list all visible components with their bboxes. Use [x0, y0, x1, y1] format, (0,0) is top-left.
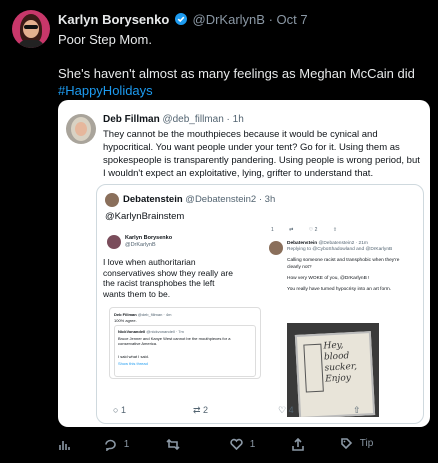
author-avatar[interactable]: [12, 10, 50, 48]
tweet-date[interactable]: Oct 7: [277, 12, 308, 27]
nested-name: NickVonandell: [118, 329, 146, 334]
left-panel-avatar: [107, 235, 121, 249]
show-thread-link: Show this thread: [118, 361, 148, 366]
rp-line2: How very WOKE of you, @DrKarlynB !: [287, 275, 370, 281]
like-button[interactable]: 1: [230, 438, 255, 450]
left-panel-name: Karlyn Borysenko: [125, 235, 173, 241]
tip-label: Tip: [359, 438, 374, 450]
analytics-icon: [59, 441, 70, 450]
quoted-time[interactable]: 1h: [233, 114, 244, 125]
rp-replying: Replying to @CyboShadowland and @DrKarly…: [287, 247, 393, 253]
quoted-text: They cannot be the mouthpieces because i…: [103, 129, 420, 179]
rp-name: Debatenstein: [287, 241, 318, 246]
nested-handle: @nickvonandell · 7m: [146, 329, 184, 334]
inner-time[interactable]: 3h: [265, 194, 276, 205]
inner-quoted-card[interactable]: Debatenstein @Debatenstein2 · 3h @Karlyn…: [96, 184, 424, 424]
nested-text2: I said what I said.: [118, 354, 149, 359]
left-panel-text-4: wants them to be.: [103, 288, 171, 299]
inner-author-avatar[interactable]: [105, 193, 119, 207]
rp-like-count: 2: [314, 227, 318, 233]
rp-line1: Calling someone racist and transphobic w…: [287, 258, 400, 270]
analytics-button[interactable]: [58, 439, 70, 451]
sign-image: Hey, blood sucker, Enjoy: [287, 323, 379, 417]
reply-count: 1: [123, 439, 130, 451]
quoted-author-name[interactable]: Deb Fillman: [103, 114, 160, 125]
right-panel-avatar: [269, 241, 283, 255]
tweet-text-line1: Poor Step Mom.: [58, 32, 152, 47]
left-panel-text-2: conservatives show they really are: [103, 267, 233, 278]
left-panel-text-3: the racist transphobes the left: [103, 278, 215, 288]
quoted-tweet-card[interactable]: Deb Fillman @deb_fillman · 1h They canno…: [58, 100, 430, 427]
tip-icon: [341, 438, 353, 450]
retweet-icon: [166, 438, 180, 451]
author-handle[interactable]: @DrKarlynB: [193, 12, 265, 27]
reply-button[interactable]: 1: [104, 438, 129, 451]
rp-handle: @Debatenstein2 · 21m: [318, 241, 368, 246]
heart-icon: [230, 438, 243, 450]
verified-badge-icon: [174, 13, 187, 25]
inner-share: ⇧: [353, 405, 361, 415]
like-count: 1: [249, 438, 256, 450]
quoted-author-avatar[interactable]: [66, 114, 96, 144]
sub-handle: @deb_fillman · 4m: [137, 312, 172, 317]
nested-text: Bruce Jenner and Kanye West cannot be th…: [118, 336, 231, 346]
tweet-text-line2: She's haven't almost as many feelings as…: [58, 66, 415, 81]
quoted-author-handle[interactable]: @deb_fillman: [162, 114, 223, 125]
screenshot-image[interactable]: Karlyn Borysenko @DrKarlynB I love when …: [103, 227, 417, 419]
share-button[interactable]: [292, 438, 304, 451]
share-icon: [292, 438, 304, 451]
inner-retweet: ⇄ 2: [193, 405, 209, 415]
inner-author-name[interactable]: Debatenstein: [123, 194, 183, 205]
sub-name: Deb Fillman: [114, 312, 137, 317]
sign-text: Hey, blood sucker, Enjoy: [323, 340, 358, 385]
sub-text: 100% agree.: [114, 318, 137, 323]
retweet-button[interactable]: [166, 438, 180, 451]
left-panel-text-1: I love when authoritarian: [103, 257, 196, 267]
tip-button[interactable]: Tip: [340, 437, 373, 450]
inner-like: ♡ 4: [278, 405, 294, 415]
hashtag-link[interactable]: #HappyHolidays: [58, 82, 428, 99]
rp-line3: You really have turned hypocrisy into an…: [287, 287, 392, 293]
inner-author-handle[interactable]: @Debatenstein2: [185, 194, 256, 205]
reply-icon: [105, 439, 116, 451]
author-name[interactable]: Karlyn Borysenko: [58, 12, 169, 27]
inner-reply: ○ 1: [113, 405, 126, 415]
left-panel-handle: @DrKarlynB: [125, 242, 156, 248]
rp-reply-count: 1: [271, 227, 274, 233]
right-panel: 1 ⇄ ♡ 2 ⇧ Debatenstein @Debatenstein2 · …: [269, 227, 415, 417]
inner-text: @KarlynBrainstem: [105, 211, 185, 222]
